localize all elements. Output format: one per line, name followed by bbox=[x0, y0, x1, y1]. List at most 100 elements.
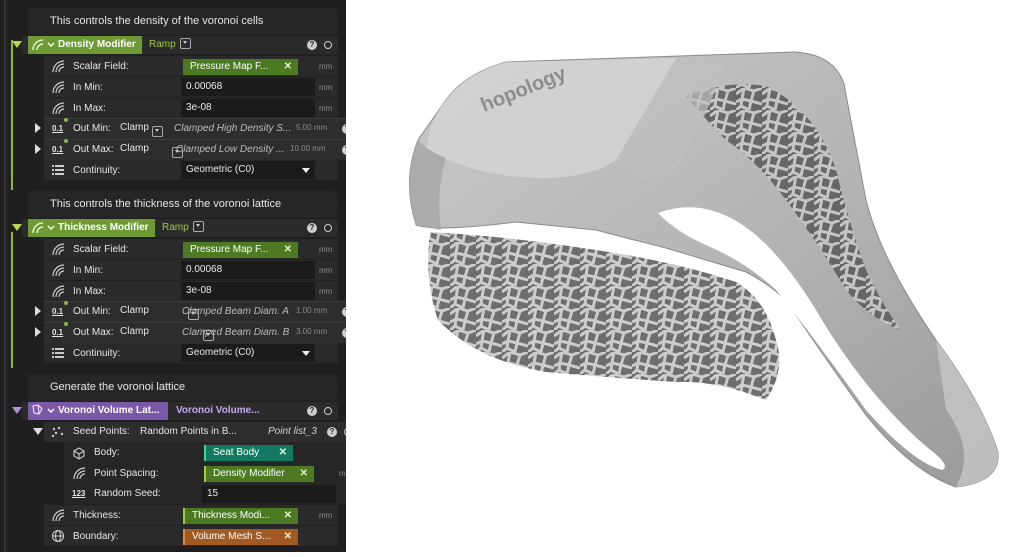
port-dot bbox=[64, 322, 68, 326]
density-inmin-input[interactable]: 0.00068 bbox=[181, 78, 315, 96]
list-icon bbox=[52, 165, 64, 175]
thickness-cont-value: Geometric (C0) bbox=[186, 347, 255, 358]
thickness-cont-select[interactable]: Geometric (C0) bbox=[181, 344, 315, 362]
close-icon[interactable]: ✕ bbox=[284, 242, 292, 258]
3d-viewport[interactable]: hopology bbox=[346, 0, 1024, 552]
density-outmin-mode[interactable]: Clamp bbox=[120, 118, 149, 138]
voronoi-spacing-chip[interactable]: Density Modifier ✕ bbox=[204, 466, 314, 482]
density-outmax-value[interactable]: Clamped Low Density ... bbox=[176, 140, 284, 160]
help-icon[interactable]: ? bbox=[307, 223, 317, 233]
density-scalar-value: Pressure Map F... bbox=[190, 61, 269, 72]
density-inmax-input[interactable]: 3e-08 bbox=[181, 99, 315, 117]
scalar-field-icon bbox=[73, 467, 86, 480]
density-outmin-label: Out Min: bbox=[73, 123, 111, 134]
close-icon[interactable]: ✕ bbox=[284, 508, 292, 524]
thickness-scalar-chip[interactable]: Pressure Map F... ✕ bbox=[183, 242, 298, 258]
voronoi-thickness-label: Thickness: bbox=[73, 510, 121, 521]
chevron-down-icon bbox=[179, 37, 191, 49]
chevron-down-icon[interactable] bbox=[302, 351, 310, 356]
connector-line bbox=[11, 40, 13, 190]
unit-label: mm bbox=[319, 245, 333, 254]
density-inmin-label: In Min: bbox=[73, 82, 104, 93]
voronoi-spacing-value: Density Modifier bbox=[213, 468, 285, 479]
output-port-icon[interactable] bbox=[324, 407, 332, 415]
lattice-icon bbox=[32, 404, 55, 415]
density-outmax-mode[interactable]: Clamp bbox=[120, 139, 149, 159]
collapse-arrow-icon[interactable] bbox=[12, 407, 22, 414]
number-icon: 0.1 bbox=[52, 307, 64, 316]
port-dot bbox=[64, 301, 68, 305]
density-scalar-label: Scalar Field: bbox=[73, 61, 129, 72]
number-icon: 0.1 bbox=[52, 145, 64, 154]
voronoi-boundary-label: Boundary: bbox=[73, 531, 119, 542]
connector-line bbox=[11, 232, 13, 368]
thickness-outmax-value[interactable]: Clamped Beam Diam. B bbox=[182, 323, 289, 343]
thickness-outmin-mode[interactable]: Clamp bbox=[120, 301, 149, 321]
ramp-wave-icon bbox=[32, 39, 55, 51]
density-outmin-value[interactable]: Clamped High Density S... bbox=[174, 119, 291, 139]
voronoi-mode-label[interactable]: Voronoi Volume... bbox=[176, 402, 260, 420]
density-outmax-label: Out Max: bbox=[73, 144, 114, 155]
density-mode-select[interactable]: Ramp bbox=[149, 36, 191, 54]
voronoi-body-value: Seat Body bbox=[213, 447, 260, 458]
thickness-mode-select[interactable]: Ramp bbox=[162, 219, 204, 237]
voronoi-body-chip[interactable]: Seat Body ✕ bbox=[204, 445, 293, 461]
scalar-field-icon bbox=[52, 60, 65, 73]
voronoi-boundary-value: Volume Mesh S... bbox=[192, 531, 271, 542]
thickness-inmax-input[interactable]: 3e-08 bbox=[181, 282, 315, 300]
scalar-field-icon bbox=[52, 102, 65, 115]
output-port-icon[interactable] bbox=[324, 224, 332, 232]
unit-label: mm bbox=[319, 104, 333, 113]
expand-arrow-icon[interactable] bbox=[35, 327, 41, 337]
thickness-outmin-value[interactable]: Clamped Beam Diam. A bbox=[182, 302, 289, 322]
voronoi-boundary-chip[interactable]: Volume Mesh S... ✕ bbox=[183, 529, 298, 545]
number-icon: 0.1 bbox=[52, 124, 64, 133]
voronoi-comment: Generate the voronoi lattice bbox=[28, 374, 338, 401]
help-icon[interactable]: ? bbox=[307, 406, 317, 416]
ramp-wave-icon bbox=[32, 222, 55, 234]
close-icon[interactable]: ✕ bbox=[284, 529, 292, 545]
collapse-arrow-icon[interactable] bbox=[33, 428, 43, 435]
chevron-down-icon bbox=[192, 220, 204, 232]
density-scalar-chip[interactable]: Pressure Map F... ✕ bbox=[183, 59, 298, 75]
chevron-down-icon[interactable] bbox=[152, 126, 163, 138]
node-graph-panel: This controls the density of the voronoi… bbox=[0, 0, 346, 552]
close-icon[interactable]: ✕ bbox=[300, 466, 308, 482]
voronoi-thickness-chip[interactable]: Thickness Modi... ✕ bbox=[183, 508, 298, 524]
thickness-scalar-label: Scalar Field: bbox=[73, 244, 129, 255]
thickness-scalar-value: Pressure Map F... bbox=[190, 244, 269, 255]
thickness-outmax-amount: 3.00 mm bbox=[296, 327, 328, 336]
collapse-arrow-icon[interactable] bbox=[12, 224, 22, 231]
thickness-cont-label: Continuity: bbox=[73, 348, 121, 359]
unit-label: mm bbox=[319, 83, 333, 92]
expand-arrow-icon[interactable] bbox=[35, 123, 41, 133]
voronoi-seed-output: Point list_3 bbox=[268, 426, 317, 437]
collapse-arrow-icon[interactable] bbox=[12, 41, 22, 48]
voronoi-seed-value[interactable]: Random Points in B... bbox=[140, 422, 237, 442]
thickness-inmin-input[interactable]: 0.00068 bbox=[181, 261, 315, 279]
saddle-render: hopology bbox=[409, 51, 999, 488]
thickness-inmax-label: In Max: bbox=[73, 286, 106, 297]
chevron-down-icon[interactable] bbox=[302, 168, 310, 173]
expand-arrow-icon[interactable] bbox=[35, 144, 41, 154]
unit-label: mm bbox=[339, 469, 346, 478]
scalar-field-icon bbox=[52, 81, 65, 94]
thickness-outmin-label: Out Min: bbox=[73, 306, 111, 317]
globe-icon bbox=[51, 529, 65, 543]
close-icon[interactable]: ✕ bbox=[284, 59, 292, 75]
thickness-outmin-amount: 1.00 mm bbox=[296, 306, 328, 315]
unit-label: mm bbox=[319, 62, 333, 71]
close-icon[interactable]: ✕ bbox=[279, 445, 287, 461]
thickness-outmax-mode[interactable]: Clamp bbox=[120, 322, 149, 342]
unit-label: mm bbox=[319, 511, 333, 520]
voronoi-random-input[interactable]: 15 bbox=[202, 485, 336, 503]
port-dot bbox=[64, 118, 68, 122]
thickness-mode-label: Ramp bbox=[162, 222, 189, 233]
expand-arrow-icon[interactable] bbox=[35, 306, 41, 316]
help-icon[interactable]: ? bbox=[307, 40, 317, 50]
output-port-icon[interactable] bbox=[324, 41, 332, 49]
help-icon[interactable]: ? bbox=[327, 427, 337, 437]
density-cont-select[interactable]: Geometric (C0) bbox=[181, 161, 315, 179]
thickness-node-name: Thickness Modifier bbox=[58, 222, 149, 233]
scalar-field-icon bbox=[52, 509, 65, 522]
